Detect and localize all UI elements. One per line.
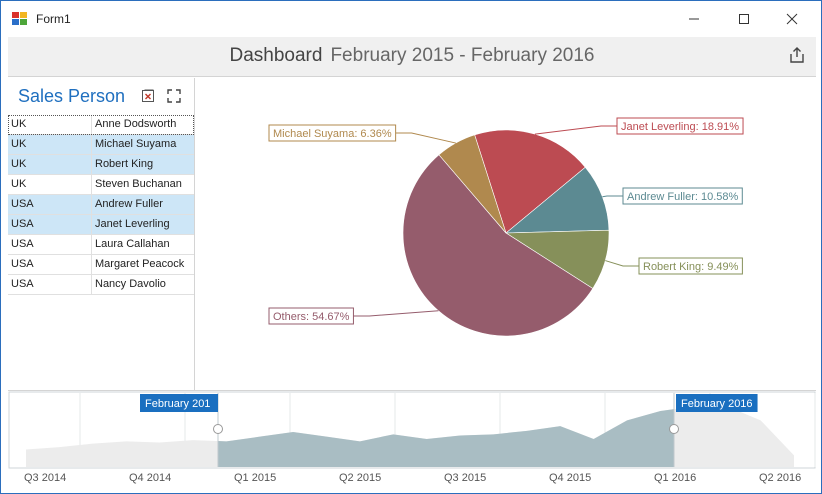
- pie-label: Michael Suyama: 6.36%: [268, 124, 397, 142]
- range-axis-label: Q1 2016: [654, 472, 696, 484]
- range-start-handle[interactable]: [213, 424, 223, 434]
- country-cell: USA: [8, 195, 92, 214]
- sales-person-row[interactable]: UK Steven Buchanan: [8, 175, 194, 195]
- name-cell: Steven Buchanan: [95, 178, 182, 190]
- pie-chart: Janet Leverling: 18.91% Andrew Fuller: 10…: [268, 117, 744, 337]
- dashboard-title: Dashboard February 2015 - February 2016: [8, 45, 816, 67]
- pie-label: Janet Leverling: 18.91%: [616, 117, 744, 135]
- maximize-icon: [739, 14, 749, 24]
- dashboard-header: Dashboard February 2015 - February 2016: [8, 37, 816, 77]
- pie-leader-line: [395, 132, 456, 144]
- name-cell: Laura Callahan: [95, 238, 170, 250]
- pie-chart-pane: Janet Leverling: 18.91% Andrew Fuller: 10…: [196, 78, 816, 390]
- maximize-button[interactable]: [721, 1, 767, 37]
- pie-label-text: Robert King: 9.49%: [643, 261, 739, 273]
- pie-leader-line: [534, 125, 617, 135]
- minimize-button[interactable]: [671, 1, 717, 37]
- name-cell: Janet Leverling: [95, 218, 170, 230]
- name-cell: Anne Dodsworth: [95, 118, 177, 130]
- close-button[interactable]: [769, 1, 815, 37]
- sales-person-row[interactable]: USA Margaret Peacock: [8, 255, 194, 275]
- pie-leader-line: [602, 195, 623, 198]
- sales-person-row[interactable]: UK Robert King: [8, 155, 194, 175]
- title-bar: Form1: [1, 1, 821, 37]
- country-cell: USA: [8, 255, 92, 274]
- app-window: Form1 Dashboard February 2015 - February …: [0, 0, 822, 494]
- name-cell: Nancy Davolio: [95, 278, 166, 290]
- country-cell: UK: [8, 175, 92, 194]
- range-axis-label: Q3 2014: [24, 472, 66, 484]
- svg-text:February 201: February 201: [145, 398, 210, 410]
- pie-label: Andrew Fuller: 10.58%: [622, 187, 743, 205]
- export-icon[interactable]: [788, 46, 806, 64]
- name-cell: Margaret Peacock: [95, 258, 185, 270]
- pie-label-text: Michael Suyama: 6.36%: [273, 128, 392, 140]
- dashboard-period: February 2015 - February 2016: [330, 45, 595, 66]
- pie-label-text: Janet Leverling: 18.91%: [621, 121, 739, 133]
- pie-leader-line: [353, 310, 439, 317]
- pie-leader-line: [605, 260, 639, 267]
- country-cell: UK: [8, 115, 92, 134]
- svg-text:February 2016: February 2016: [681, 398, 753, 410]
- range-end-handle[interactable]: [669, 424, 679, 434]
- app-icon: [12, 12, 27, 25]
- range-axis-label: Q2 2015: [339, 472, 381, 484]
- pie-label: Others: 54.67%: [268, 307, 354, 325]
- range-axis-label: Q3 2015: [444, 472, 486, 484]
- range-filter-pane: February 201 February 2016 Q3 2014 Q4 2014 Q…: [8, 390, 816, 486]
- range-start-label: February 201: [140, 394, 218, 412]
- sales-person-title: Sales Person: [18, 86, 126, 106]
- name-cell: Michael Suyama: [95, 138, 177, 150]
- pie-label-text: Andrew Fuller: 10.58%: [627, 191, 738, 203]
- sales-person-row[interactable]: USA Laura Callahan: [8, 235, 194, 255]
- range-axis-label: Q4 2015: [549, 472, 591, 484]
- sales-person-row[interactable]: UK Michael Suyama: [8, 135, 194, 155]
- sales-person-row[interactable]: UK Anne Dodsworth: [8, 115, 194, 135]
- country-cell: USA: [8, 235, 92, 254]
- window-title: Form1: [36, 12, 71, 26]
- sales-person-row[interactable]: USA Andrew Fuller: [8, 195, 194, 215]
- sales-person-row[interactable]: USA Nancy Davolio: [8, 275, 194, 295]
- minimize-icon: [689, 18, 699, 20]
- pie-label-text: Others: 54.67%: [273, 311, 350, 323]
- dashboard-title-text: Dashboard: [229, 45, 323, 66]
- pie-label: Robert King: 9.49%: [638, 257, 743, 275]
- country-cell: UK: [8, 135, 92, 154]
- country-cell: USA: [8, 215, 92, 234]
- range-axis-label: Q1 2015: [234, 472, 276, 484]
- name-cell: Andrew Fuller: [95, 198, 163, 210]
- clear-filter-icon[interactable]: [141, 89, 155, 103]
- range-end-label: February 2016: [676, 394, 758, 412]
- range-filter-chart: February 201 February 2016 Q3 2014 Q4 2014 Q…: [8, 391, 816, 484]
- name-cell: Robert King: [95, 158, 154, 170]
- country-cell: UK: [8, 155, 92, 174]
- close-icon: [786, 13, 798, 25]
- sales-person-grid: UK Anne Dodsworth UK Michael Suyama UK Robert…: [8, 115, 194, 295]
- fullscreen-icon[interactable]: [167, 89, 181, 103]
- sales-person-pane: Sales Person UK Anne Dodsworth UK Michael S…: [8, 78, 195, 390]
- sales-person-row[interactable]: USA Janet Leverling: [8, 215, 194, 235]
- range-axis-label: Q4 2014: [129, 472, 171, 484]
- country-cell: USA: [8, 275, 92, 294]
- range-axis-label: Q2 2016: [759, 472, 801, 484]
